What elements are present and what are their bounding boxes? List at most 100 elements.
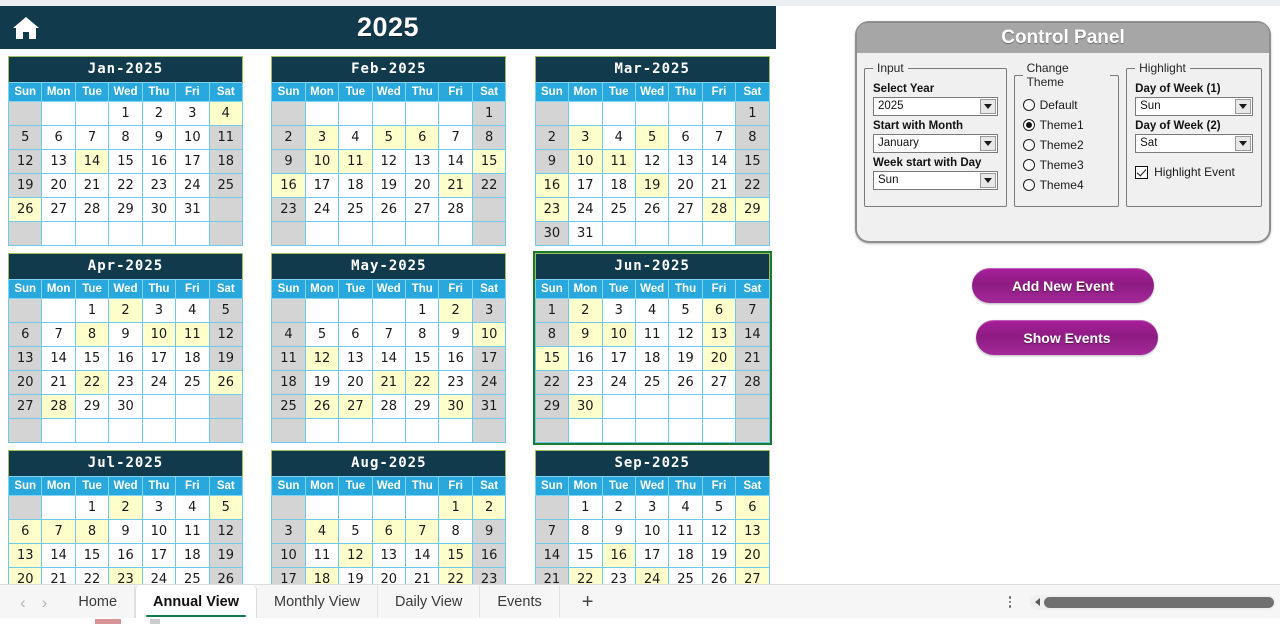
calendar-day-cell[interactable]: 19 xyxy=(7,173,43,198)
calendar-day-cell[interactable]: 22 xyxy=(534,370,570,395)
calendar-day-cell[interactable]: 4 xyxy=(634,298,670,323)
calendar-day-cell[interactable]: 1 xyxy=(405,298,440,323)
calendar-day-cell[interactable]: 2 xyxy=(271,125,306,150)
calendar-day-cell[interactable]: 21 xyxy=(405,567,440,584)
calendar-day-cell[interactable]: 2 xyxy=(108,298,143,323)
calendar-day-cell[interactable]: 6 xyxy=(338,322,373,347)
calendar-day-cell[interactable]: 15 xyxy=(534,346,570,371)
add-sheet-button[interactable]: + xyxy=(560,592,616,612)
scroll-left-icon[interactable] xyxy=(1030,598,1044,606)
calendar-day-cell[interactable]: 25 xyxy=(175,370,210,395)
calendar-day-cell[interactable]: 19 xyxy=(371,173,407,198)
calendar-day-cell[interactable]: 16 xyxy=(141,149,177,174)
calendar-day-cell[interactable]: 27 xyxy=(405,197,440,222)
calendar-day-cell[interactable]: 9 xyxy=(534,149,570,174)
calendar-day-cell[interactable]: 4 xyxy=(175,298,210,323)
theme-radio-theme1[interactable]: Theme1 xyxy=(1022,118,1111,132)
calendar-day-cell[interactable]: 13 xyxy=(371,543,407,568)
calendar-day-cell[interactable]: 20 xyxy=(7,370,43,395)
home-icon[interactable] xyxy=(0,15,52,41)
calendar-day-cell[interactable]: 28 xyxy=(41,394,76,419)
calendar-day-cell[interactable]: 14 xyxy=(74,149,110,174)
calendar-day-cell[interactable]: 14 xyxy=(735,322,770,347)
calendar-day-cell[interactable]: 1 xyxy=(568,495,603,520)
calendar-day-cell[interactable]: 24 xyxy=(304,197,340,222)
chevron-down-icon[interactable] xyxy=(1235,99,1251,114)
next-sheet-arrow[interactable]: › xyxy=(42,594,48,611)
calendar-day-cell[interactable]: 31 xyxy=(175,197,210,222)
calendar-day-cell[interactable]: 22 xyxy=(405,370,440,395)
show-events-button[interactable]: Show Events xyxy=(976,320,1158,355)
calendar-day-cell[interactable]: 30 xyxy=(534,221,570,246)
calendar-day-cell[interactable]: 10 xyxy=(471,322,507,347)
calendar-day-cell[interactable]: 11 xyxy=(304,543,340,568)
calendar-day-cell[interactable]: 11 xyxy=(271,346,306,371)
calendar-day-cell[interactable]: 12 xyxy=(208,519,244,544)
calendar-day-cell[interactable]: 1 xyxy=(534,298,570,323)
calendar-day-cell[interactable]: 6 xyxy=(7,519,43,544)
calendar-day-cell[interactable]: 6 xyxy=(41,125,76,150)
calendar-day-cell[interactable]: 24 xyxy=(634,567,670,584)
calendar-day-cell[interactable]: 22 xyxy=(471,173,507,198)
calendar-day-cell[interactable]: 24 xyxy=(601,370,636,395)
calendar-day-cell[interactable]: 18 xyxy=(175,543,210,568)
horizontal-scrollbar[interactable] xyxy=(1030,594,1276,610)
calendar-day-cell[interactable]: 7 xyxy=(41,519,76,544)
theme-radio-theme3[interactable]: Theme3 xyxy=(1022,158,1111,172)
calendar-day-cell[interactable]: 8 xyxy=(74,322,110,347)
calendar-day-cell[interactable]: 26 xyxy=(668,370,703,395)
calendar-day-cell[interactable]: 28 xyxy=(438,197,473,222)
calendar-day-cell[interactable]: 20 xyxy=(7,567,43,584)
calendar-day-cell[interactable]: 13 xyxy=(338,346,373,371)
calendar-day-cell[interactable]: 15 xyxy=(471,149,507,174)
select-year-dropdown[interactable]: 2025 xyxy=(873,97,998,116)
calendar-day-cell[interactable]: 25 xyxy=(634,370,670,395)
calendar-day-cell[interactable]: 23 xyxy=(534,197,570,222)
calendar-day-cell[interactable]: 25 xyxy=(601,197,636,222)
calendar-day-cell[interactable]: 11 xyxy=(175,322,210,347)
radio-button-icon[interactable] xyxy=(1022,179,1035,191)
calendar-day-cell[interactable]: 22 xyxy=(735,173,770,198)
calendar-day-cell[interactable]: 19 xyxy=(304,370,340,395)
calendar-day-cell[interactable]: 11 xyxy=(634,322,670,347)
calendar-day-cell[interactable]: 8 xyxy=(438,519,473,544)
calendar-day-cell[interactable]: 3 xyxy=(634,495,670,520)
calendar-day-cell[interactable]: 12 xyxy=(208,322,244,347)
calendar-day-cell[interactable]: 17 xyxy=(175,149,210,174)
calendar-day-cell[interactable]: 7 xyxy=(735,298,770,323)
calendar-day-cell[interactable]: 9 xyxy=(141,125,177,150)
calendar-day-cell[interactable]: 11 xyxy=(338,149,373,174)
calendar-day-cell[interactable]: 16 xyxy=(568,346,603,371)
calendar-day-cell[interactable]: 22 xyxy=(438,567,473,584)
prev-sheet-arrow[interactable]: ‹ xyxy=(20,594,26,611)
calendar-day-cell[interactable]: 15 xyxy=(438,543,473,568)
calendar-day-cell[interactable]: 13 xyxy=(7,346,43,371)
calendar-day-cell[interactable]: 23 xyxy=(568,370,603,395)
calendar-day-cell[interactable]: 25 xyxy=(338,197,373,222)
calendar-day-cell[interactable]: 5 xyxy=(371,125,407,150)
calendar-day-cell[interactable]: 20 xyxy=(371,567,407,584)
calendar-day-cell[interactable]: 24 xyxy=(175,173,210,198)
calendar-day-cell[interactable]: 4 xyxy=(338,125,373,150)
calendar-day-cell[interactable]: 16 xyxy=(271,173,306,198)
calendar-day-cell[interactable]: 12 xyxy=(7,149,43,174)
calendar-day-cell[interactable]: 10 xyxy=(568,149,603,174)
calendar-day-cell[interactable]: 17 xyxy=(141,346,177,371)
calendar-day-cell[interactable]: 1 xyxy=(438,495,473,520)
calendar-day-cell[interactable]: 9 xyxy=(568,322,603,347)
calendar-day-cell[interactable]: 27 xyxy=(338,394,373,419)
calendar-day-cell[interactable]: 3 xyxy=(141,495,177,520)
calendar-day-cell[interactable]: 13 xyxy=(701,322,737,347)
calendar-day-cell[interactable]: 20 xyxy=(405,173,440,198)
calendar-day-cell[interactable]: 25 xyxy=(175,567,210,584)
calendar-day-cell[interactable]: 23 xyxy=(601,567,636,584)
month-calendar[interactable]: Mar-2025 Sun Mon Tue Wed Thu Fri Sat 1 2 3 4 5 6 7 8 9 10… xyxy=(527,49,790,246)
calendar-day-cell[interactable]: 20 xyxy=(338,370,373,395)
calendar-day-cell[interactable]: 6 xyxy=(371,519,407,544)
calendar-day-cell[interactable]: 21 xyxy=(41,370,76,395)
calendar-day-cell[interactable]: 12 xyxy=(634,149,670,174)
calendar-day-cell[interactable]: 21 xyxy=(735,346,770,371)
calendar-day-cell[interactable]: 12 xyxy=(304,346,340,371)
calendar-day-cell[interactable]: 9 xyxy=(271,149,306,174)
calendar-day-cell[interactable]: 9 xyxy=(108,519,143,544)
